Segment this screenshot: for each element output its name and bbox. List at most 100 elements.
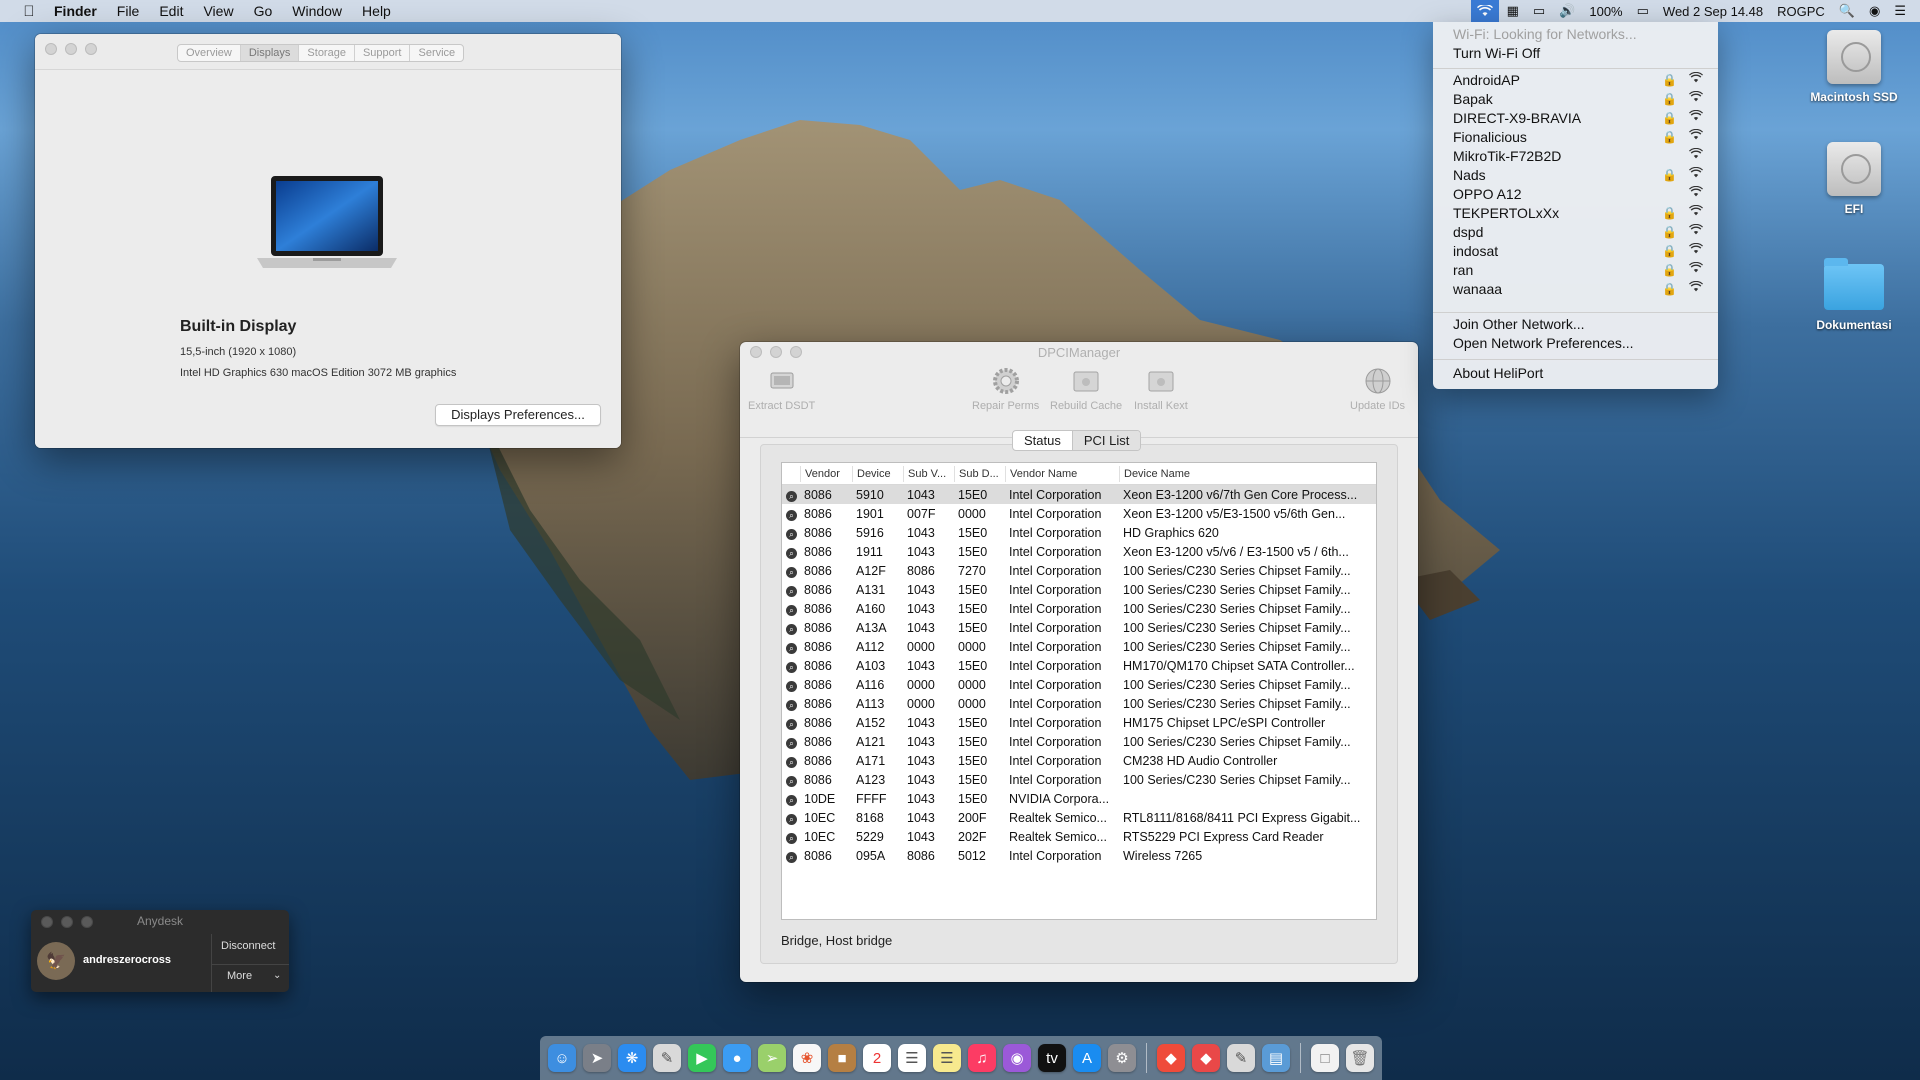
extract-dsdt-button[interactable]: Extract DSDT — [748, 366, 815, 412]
tab-status[interactable]: Status — [1013, 431, 1073, 450]
siri-icon[interactable]: ◉ — [1869, 3, 1880, 19]
tab-service[interactable]: Service — [410, 45, 463, 61]
music-icon[interactable]: ♫ — [968, 1044, 996, 1072]
close-button[interactable] — [45, 43, 57, 55]
table-row[interactable]: ⌕ 8086 5910 1043 15E0 Intel Corporation Xeon E… — [782, 485, 1376, 504]
wifi-network-item[interactable]: wanaaa — [1453, 281, 1502, 297]
app-store-icon[interactable]: A — [1073, 1044, 1101, 1072]
table-row[interactable]: ⌕ 8086 A112 0000 0000 Intel Corporation 100 Se… — [782, 637, 1376, 656]
calendar-icon[interactable]: 2 — [863, 1044, 891, 1072]
network-utility-icon[interactable]: ▤ — [1262, 1044, 1290, 1072]
airplay-icon[interactable]: ▭ — [1533, 3, 1545, 19]
table-row[interactable]: ⌕ 8086 A160 1043 15E0 Intel Corporation 100 Se… — [782, 599, 1376, 618]
menu-window[interactable]: Window — [292, 3, 342, 19]
more-button[interactable]: More — [227, 970, 252, 982]
volume-icon[interactable]: 🔊 — [1559, 3, 1575, 19]
app-icon[interactable]: ◆ — [1192, 1044, 1220, 1072]
minimize-button[interactable] — [65, 43, 77, 55]
wifi-status-icon[interactable] — [1470, 0, 1499, 22]
clock[interactable]: Wed 2 Sep 14.48 — [1663, 4, 1763, 19]
table-row[interactable]: ⌕ 8086 A123 1043 15E0 Intel Corporation 100 Se… — [782, 770, 1376, 789]
install-kext-button[interactable]: Install Kext — [1134, 366, 1188, 412]
activity-monitor-icon[interactable]: ▦ — [1507, 3, 1519, 19]
facetime-icon[interactable]: ▶ — [688, 1044, 716, 1072]
table-row[interactable]: ⌕ 8086 A171 1043 15E0 Intel Corporation CM238 … — [782, 751, 1376, 770]
document-icon[interactable]: □ — [1311, 1044, 1339, 1072]
table-row[interactable]: ⌕ 8086 A103 1043 15E0 Intel Corporation HM170/… — [782, 656, 1376, 675]
table-row[interactable]: ⌕ 8086 1911 1043 15E0 Intel Corporation Xeon E… — [782, 542, 1376, 561]
table-row[interactable]: ⌕ 8086 A12F 8086 7270 Intel Corporation 100 Se… — [782, 561, 1376, 580]
photos-icon[interactable]: ❀ — [793, 1044, 821, 1072]
column-vendor-name[interactable]: Vendor Name — [1005, 465, 1119, 482]
column-sub-vendor[interactable]: Sub V... — [903, 465, 954, 482]
apple-menu-icon[interactable]:  — [18, 3, 40, 20]
wifi-network-item[interactable]: ran — [1453, 262, 1473, 278]
table-row[interactable]: ⌕ 8086 A152 1043 15E0 Intel Corporation HM175 … — [782, 713, 1376, 732]
podcasts-icon[interactable]: ◉ — [1003, 1044, 1031, 1072]
desktop-icon-efi[interactable]: EFI — [1804, 142, 1904, 216]
menu-view[interactable]: View — [203, 3, 233, 19]
zoom-button[interactable] — [85, 43, 97, 55]
notification-center-icon[interactable]: ☰ — [1894, 3, 1906, 19]
battery-percent[interactable]: 100% — [1589, 4, 1622, 19]
table-row[interactable]: ⌕ 10EC 8168 1043 200F Realtek Semico... RTL811… — [782, 808, 1376, 827]
wifi-network-item[interactable]: Nads — [1453, 167, 1486, 183]
desktop-icon-macintosh-ssd[interactable]: Macintosh SSD — [1804, 30, 1904, 104]
menu-file[interactable]: File — [117, 3, 140, 19]
rebuild-cache-button[interactable]: Rebuild Cache — [1050, 366, 1122, 412]
menu-go[interactable]: Go — [254, 3, 273, 19]
wifi-network-item[interactable]: Bapak — [1453, 91, 1493, 107]
table-row[interactable]: ⌕ 8086 095A 8086 5012 Intel Corporation Wirele… — [782, 846, 1376, 865]
spotlight-search-icon[interactable]: 🔍 — [1839, 3, 1855, 19]
user-name[interactable]: ROGPC — [1777, 4, 1825, 19]
table-row[interactable]: ⌕ 8086 A131 1043 15E0 Intel Corporation 100 Se… — [782, 580, 1376, 599]
join-other-network[interactable]: Join Other Network... — [1453, 316, 1585, 332]
tab-support[interactable]: Support — [355, 45, 411, 61]
table-row[interactable]: ⌕ 8086 A116 0000 0000 Intel Corporation 100 Se… — [782, 675, 1376, 694]
menu-edit[interactable]: Edit — [159, 3, 183, 19]
table-row[interactable]: ⌕ 8086 1901 007F 0000 Intel Corporation Xeon E… — [782, 504, 1376, 523]
wifi-network-item[interactable]: TEKPERTOLxXx — [1453, 205, 1559, 221]
safari-icon[interactable]: ❋ — [618, 1044, 646, 1072]
messages-icon[interactable]: ● — [723, 1044, 751, 1072]
launchpad-icon[interactable]: ➤ — [583, 1044, 611, 1072]
wifi-network-item[interactable]: OPPO A12 — [1453, 186, 1521, 202]
column-sub-device[interactable]: Sub D... — [954, 465, 1005, 482]
menu-help[interactable]: Help — [362, 3, 391, 19]
menu-finder[interactable]: Finder — [54, 3, 97, 19]
anydesk-icon[interactable]: ◆ — [1157, 1044, 1185, 1072]
pci-table[interactable]: Vendor Device Sub V... Sub D... Vendor N… — [781, 462, 1377, 920]
maps-icon[interactable]: ➢ — [758, 1044, 786, 1072]
notes-icon[interactable]: ☰ — [933, 1044, 961, 1072]
column-device[interactable]: Device — [852, 465, 903, 482]
system-preferences-icon[interactable]: ⚙ — [1108, 1044, 1136, 1072]
desktop-icon-dokumentasi[interactable]: Dokumentasi — [1804, 258, 1904, 332]
displays-preferences-button[interactable]: Displays Preferences... — [435, 404, 601, 426]
wifi-network-item[interactable]: indosat — [1453, 243, 1498, 259]
repair-perms-button[interactable]: Repair Perms — [972, 366, 1039, 412]
reminders-icon[interactable]: ☰ — [898, 1044, 926, 1072]
apple-tv-icon[interactable]: tv — [1038, 1044, 1066, 1072]
trash-icon[interactable]: 🗑 — [1346, 1044, 1374, 1072]
about-heliport[interactable]: About HeliPort — [1453, 365, 1543, 381]
wifi-network-item[interactable]: dspd — [1453, 224, 1483, 240]
wifi-network-item[interactable]: AndroidAP — [1453, 72, 1520, 88]
tab-pci-list[interactable]: PCI List — [1072, 431, 1141, 450]
wifi-network-item[interactable]: Fionalicious — [1453, 129, 1527, 145]
preview-icon[interactable]: ✎ — [653, 1044, 681, 1072]
finder-icon[interactable]: ☺ — [548, 1044, 576, 1072]
table-row[interactable]: ⌕ 8086 5916 1043 15E0 Intel Corporation HD Gra… — [782, 523, 1376, 542]
tab-displays[interactable]: Displays — [240, 45, 300, 61]
contacts-icon[interactable]: ■ — [828, 1044, 856, 1072]
table-row[interactable]: ⌕ 10DE FFFF 1043 15E0 NVIDIA Corpora... — [782, 789, 1376, 808]
table-row[interactable]: ⌕ 8086 A13A 1043 15E0 Intel Corporation 100 Se… — [782, 618, 1376, 637]
table-row[interactable]: ⌕ 8086 A113 0000 0000 Intel Corporation 100 Se… — [782, 694, 1376, 713]
column-vendor[interactable]: Vendor — [800, 465, 852, 482]
column-device-name[interactable]: Device Name — [1119, 465, 1376, 482]
wifi-network-item[interactable]: DIRECT-X9-BRAVIA — [1453, 110, 1581, 126]
battery-icon[interactable]: ▭ — [1637, 3, 1649, 19]
table-row[interactable]: ⌕ 10EC 5229 1043 202F Realtek Semico... RTS522… — [782, 827, 1376, 846]
tab-storage[interactable]: Storage — [299, 45, 355, 61]
open-network-preferences[interactable]: Open Network Preferences... — [1453, 335, 1634, 351]
chevron-down-icon[interactable]: ⌄ — [273, 970, 281, 981]
